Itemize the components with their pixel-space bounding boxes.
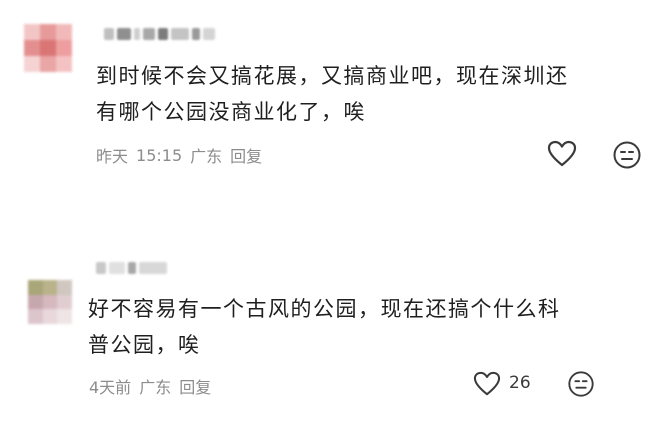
reply-button[interactable]: 回复 — [179, 374, 211, 398]
username[interactable] — [104, 26, 215, 42]
like-count: 26 — [509, 373, 531, 393]
comment-meta: 昨天 15:15 广东 回复 — [96, 143, 262, 167]
comment-location: 广东 — [139, 378, 172, 397]
comment-text-line: 到时候不会又搞花展，又搞商业吧，现在深圳还 — [96, 64, 569, 88]
avatar[interactable] — [28, 280, 72, 324]
comment-text-line: 好不容易有一个古风的公园，现在还搞个什么科 — [88, 297, 561, 321]
comment-text-line: 有哪个公园没商业化了，唉 — [96, 100, 366, 124]
avatar[interactable] — [24, 24, 72, 72]
heart-outline-icon[interactable] — [473, 371, 501, 397]
comment-time: 15:15 — [136, 145, 183, 165]
comment-text: 好不容易有一个古风的公园，现在还搞个什么科 普公园，唉 — [88, 291, 561, 363]
comment-meta: 4天前 广东 回复 — [89, 374, 211, 398]
username[interactable] — [96, 260, 167, 276]
comment-location: 广东 — [190, 147, 223, 166]
comment-item: 到时候不会又搞花展，又搞商业吧，现在深圳还 有哪个公园没商业化了，唉 昨天 15… — [0, 0, 668, 200]
comment-text: 到时候不会又搞花展，又搞商业吧，现在深圳还 有哪个公园没商业化了，唉 — [96, 58, 569, 130]
comment-date: 昨天 — [96, 147, 129, 166]
comment-item: 好不容易有一个古风的公园，现在还搞个什么科 普公园，唉 4天前 广东 回复 26 — [0, 250, 668, 422]
neutral-face-icon[interactable] — [612, 140, 642, 170]
neutral-face-icon[interactable] — [567, 370, 595, 398]
reply-button[interactable]: 回复 — [230, 143, 262, 167]
comment-text-line: 普公园，唉 — [88, 333, 201, 357]
comment-date: 4天前 — [89, 378, 132, 397]
heart-outline-icon[interactable] — [547, 140, 577, 168]
